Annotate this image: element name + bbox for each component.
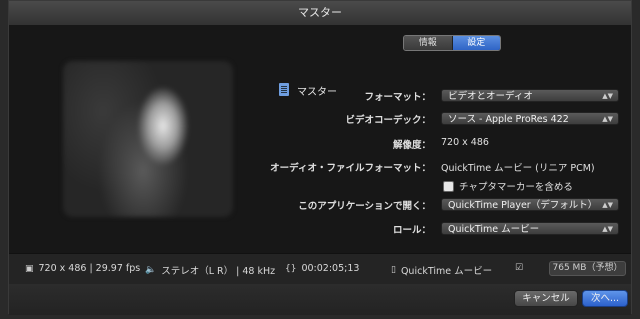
video-info-text: 720 x 486 | 29.97 fps [38, 263, 141, 274]
status-bar: ▣ 720 x 486 | 29.97 fps 🔈 ステレオ（L R） | 48… [9, 253, 631, 285]
format-value: ビデオとオーディオ [448, 91, 533, 102]
destination-name: マスター [297, 87, 337, 98]
footer: キャンセル 次へ... [9, 284, 631, 315]
resolution-label: 解像度： [392, 140, 431, 151]
window-title: マスター [9, 1, 631, 26]
role-value: QuickTime ムービー [448, 224, 540, 235]
codec-value: ソース - Apple ProRes 422 [448, 114, 569, 125]
format-label: フォーマット： [364, 92, 431, 103]
audio-format-label: オーディオ・ファイルフォーマット： [270, 163, 431, 174]
document-icon [279, 83, 289, 96]
duration-text: 00:02:05;13 [301, 263, 360, 274]
video-thumbnail [63, 61, 233, 217]
chevron-updown-icon: ▲▼ [602, 225, 613, 233]
codec-popup[interactable]: ソース - Apple ProRes 422 ▲▼ [441, 112, 619, 125]
audio-info-text: ステレオ（L R） | 48 kHz [161, 266, 276, 277]
cancel-button[interactable]: キャンセル [514, 290, 578, 307]
file-type-info: ▯ QuickTime ムービー [391, 263, 492, 277]
settings-content: 情報 設定 マスター フォーマット： ビデオとオーディオ ▲▼ ビデオコーデック… [9, 25, 631, 253]
chapter-markers-checkbox[interactable]: チャプタマーカーを含める [443, 179, 573, 193]
file-size-badge: 765 MB（予想） [549, 261, 626, 276]
audio-format-value: QuickTime ムービー (リニア PCM) [441, 163, 595, 174]
open-with-popup[interactable]: QuickTime Player（デフォルト） ▲▼ [441, 198, 619, 211]
duration-info: {} 00:02:05;13 [285, 263, 359, 274]
file-icon: ▯ [391, 265, 396, 275]
codec-label: ビデオコーデック： [345, 115, 431, 126]
open-with-label: このアプリケーションで開く： [298, 201, 431, 212]
role-popup[interactable]: QuickTime ムービー ▲▼ [441, 222, 619, 235]
speaker-icon: 🔈 [145, 265, 157, 275]
tab-settings[interactable]: 設定 [451, 36, 500, 50]
next-button[interactable]: 次へ... [582, 290, 628, 307]
share-dialog: マスター 情報 設定 マスター フォーマット： ビデオとオーディオ ▲▼ ビデオ… [8, 0, 632, 315]
role-label: ロール： [392, 225, 431, 236]
file-type-text: QuickTime ムービー [400, 266, 493, 277]
tab-info[interactable]: 情報 [404, 36, 452, 50]
chevron-updown-icon: ▲▼ [602, 92, 613, 100]
film-icon: ▣ [25, 263, 34, 274]
tab-segmented-control: 情報 設定 [403, 35, 501, 51]
chevron-updown-icon: ▲▼ [602, 115, 613, 123]
chevron-updown-icon: ▲▼ [602, 201, 613, 209]
check-icon-wrap: ☑ [515, 263, 528, 273]
open-with-value: QuickTime Player（デフォルト） [448, 200, 598, 211]
checkmark-icon: ☑ [515, 263, 524, 273]
video-info: ▣ 720 x 486 | 29.97 fps [25, 263, 140, 274]
resolution-value: 720 x 486 [441, 137, 489, 148]
audio-info: 🔈 ステレオ（L R） | 48 kHz [145, 263, 275, 277]
checkbox-box[interactable] [443, 180, 454, 192]
format-popup[interactable]: ビデオとオーディオ ▲▼ [441, 89, 619, 102]
chapter-markers-label: チャプタマーカーを含める [459, 182, 573, 193]
timecode-icon: {} [285, 263, 297, 274]
